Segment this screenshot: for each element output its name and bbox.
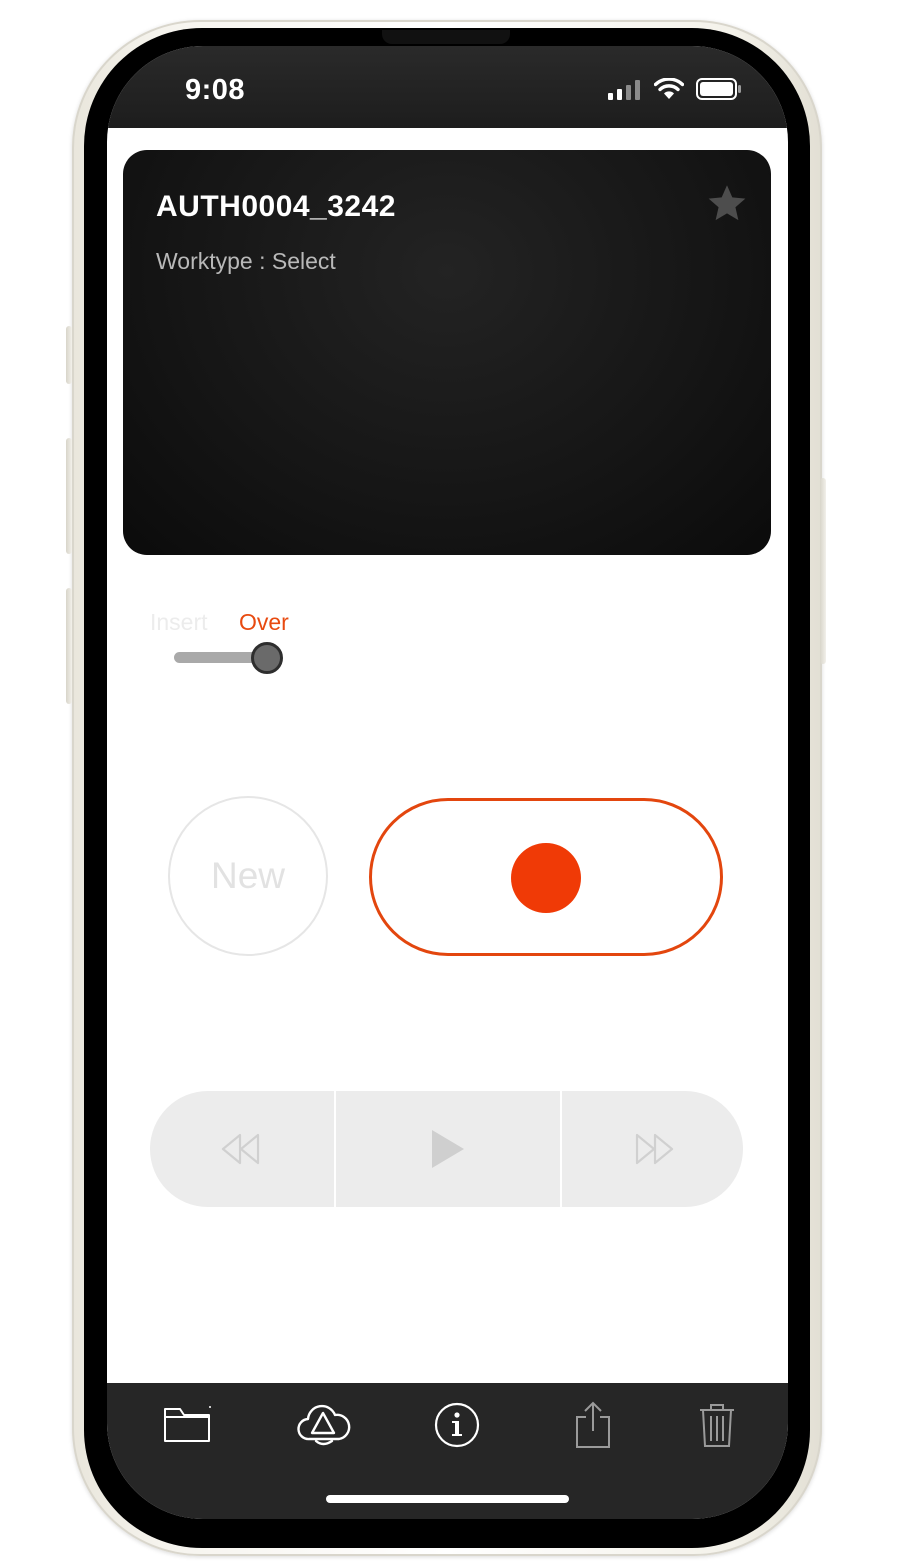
cloud-sync-button[interactable] — [293, 1397, 353, 1453]
record-dot-icon — [511, 843, 581, 913]
delete-button[interactable] — [687, 1397, 747, 1453]
share-icon — [576, 1401, 610, 1448]
status-bar: 9:08 — [107, 46, 788, 128]
cellular-signal-icon — [608, 80, 640, 100]
cloud-sync-icon — [297, 1404, 351, 1446]
app-screen: 9:08 AUTH0004_3242 Worktype: Select Ins… — [107, 46, 788, 1519]
new-recording-button[interactable]: New — [168, 796, 328, 956]
trash-icon — [700, 1404, 734, 1447]
info-button[interactable] — [427, 1397, 487, 1453]
play-icon — [432, 1130, 464, 1168]
mute-switch — [66, 326, 72, 384]
speaker-notch — [382, 30, 510, 44]
status-time: 9:08 — [185, 74, 246, 106]
bottom-toolbar — [107, 1383, 788, 1519]
insert-mode-label[interactable]: Insert — [150, 609, 208, 636]
recording-card[interactable]: AUTH0004_3242 Worktype : Select — [123, 150, 771, 555]
recording-title: AUTH0004_3242 — [156, 190, 396, 223]
star-icon[interactable] — [705, 182, 749, 226]
status-icons — [608, 78, 742, 100]
power-button — [820, 478, 826, 664]
volume-up-button — [66, 438, 72, 554]
device-stage: 9:08 AUTH0004_3242 Worktype: Select Ins… — [0, 0, 900, 1566]
fast-forward-button[interactable] — [562, 1091, 743, 1207]
play-button[interactable] — [336, 1091, 560, 1207]
overwrite-mode-label[interactable]: Over — [239, 609, 289, 636]
share-button[interactable] — [563, 1397, 623, 1453]
info-icon — [434, 1402, 480, 1448]
folder-button[interactable] — [157, 1397, 217, 1453]
rewind-button[interactable] — [150, 1091, 334, 1207]
battery-icon — [696, 78, 741, 100]
record-button[interactable] — [369, 798, 723, 956]
playback-controls — [150, 1091, 743, 1207]
mode-slider-thumb[interactable] — [251, 642, 283, 674]
worktype-selector[interactable]: Worktype : Select — [156, 248, 336, 275]
wifi-icon — [654, 78, 684, 99]
volume-down-button — [66, 588, 72, 704]
folder-icon — [164, 1406, 211, 1442]
new-button-label: New — [210, 855, 286, 896]
fast-forward-icon — [635, 1133, 673, 1165]
rewind-icon — [221, 1133, 260, 1165]
home-indicator[interactable] — [326, 1495, 569, 1503]
